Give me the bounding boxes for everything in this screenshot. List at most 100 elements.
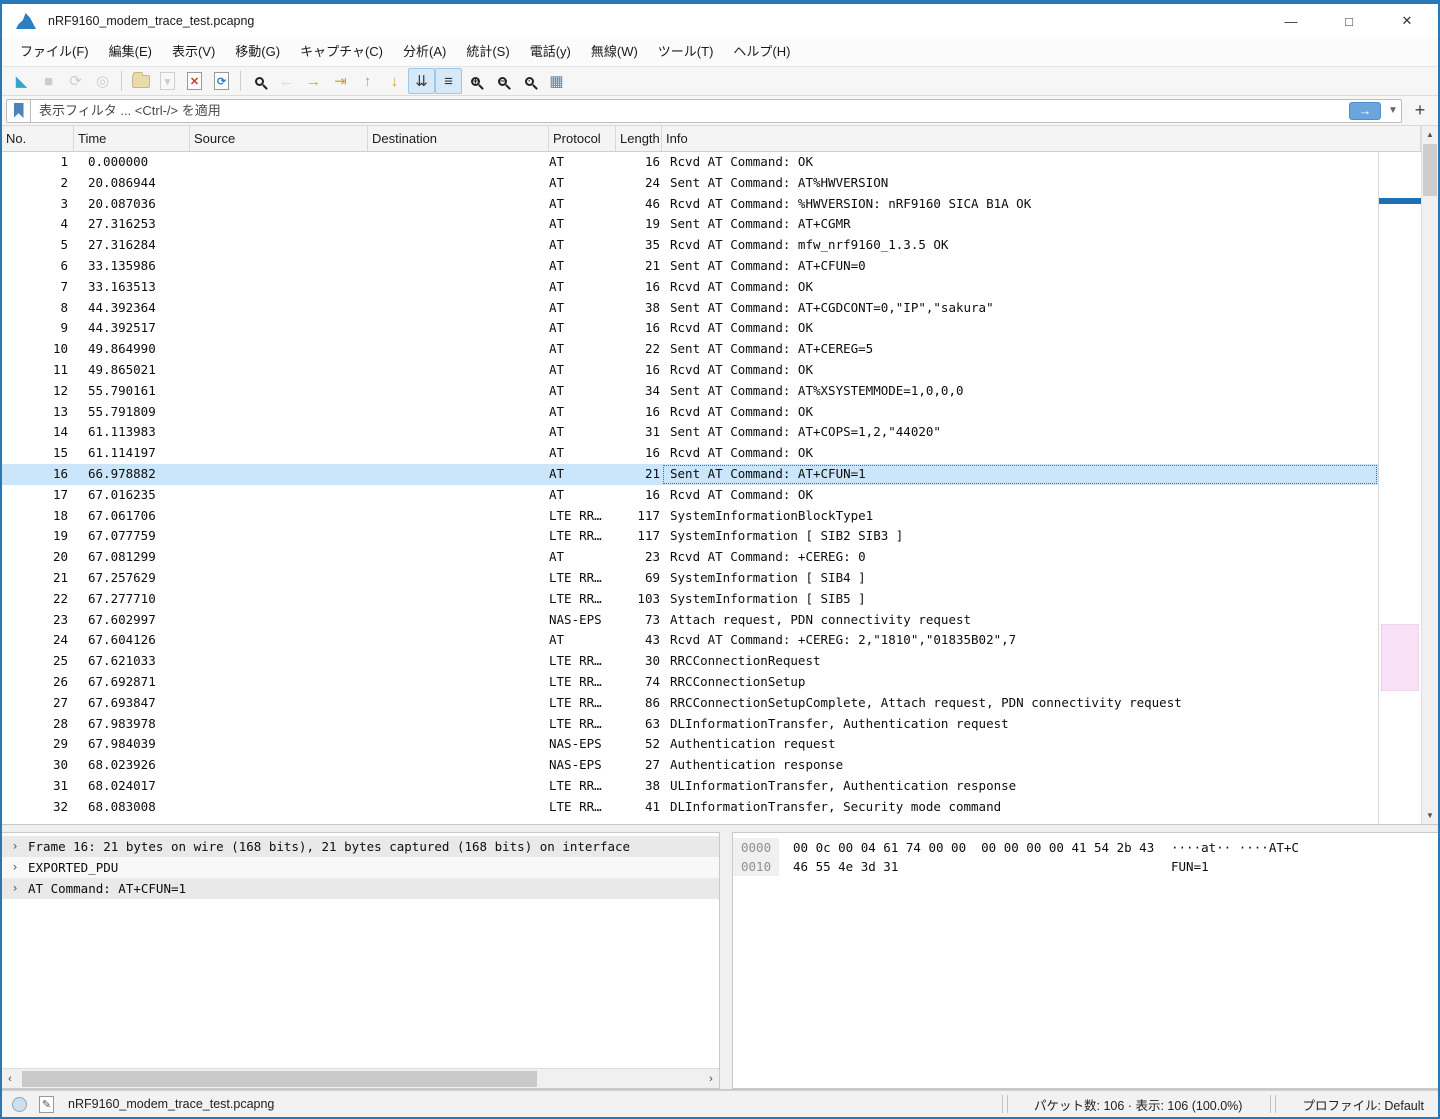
packet-row[interactable]: 1049.864990AT22Sent AT Command: AT+CEREG…	[2, 339, 1378, 360]
chevron-down-icon: ▼	[1388, 105, 1398, 116]
display-filter-input[interactable]	[31, 103, 1349, 118]
menu-analyze[interactable]: 分析(A)	[393, 38, 456, 66]
packet-row[interactable]: 944.392517AT16Rcvd AT Command: OK	[2, 318, 1378, 339]
packet-cell-info: Rcvd AT Command: OK	[662, 402, 1378, 423]
close-file-button[interactable]: ✕	[181, 68, 208, 94]
packet-row[interactable]: 3068.023926NAS-EPS27Authentication respo…	[2, 755, 1378, 776]
zoom-reset-button[interactable]: ·	[516, 68, 543, 94]
filter-bookmark-button[interactable]	[6, 99, 30, 123]
menu-file[interactable]: ファイル(F)	[10, 38, 99, 66]
packet-row[interactable]: 633.135986AT21Sent AT Command: AT+CFUN=0	[2, 256, 1378, 277]
column-header-info[interactable]: Info	[662, 126, 1421, 151]
pane-divider[interactable]	[720, 832, 732, 1089]
menu-wireless[interactable]: 無線(W)	[581, 38, 648, 66]
scroll-down-icon[interactable]: ▼	[1422, 807, 1438, 824]
start-capture-button[interactable]: ◣	[8, 68, 35, 94]
packet-row[interactable]: 2467.604126AT43Rcvd AT Command: +CEREG: …	[2, 630, 1378, 651]
detail-horizontal-scrollbar[interactable]: ‹ ›	[2, 1068, 719, 1088]
packet-row[interactable]: 320.087036AT46Rcvd AT Command: %HWVERSIO…	[2, 194, 1378, 215]
status-packet-counts: パケット数: 106 · 表示: 106 (100.0%)	[1018, 1095, 1268, 1114]
expand-arrow-icon[interactable]: ›	[2, 857, 28, 878]
filter-add-button[interactable]: +	[1408, 99, 1432, 123]
packet-row[interactable]: 527.316284AT35Rcvd AT Command: mfw_nrf91…	[2, 235, 1378, 256]
packet-row[interactable]: 2167.257629LTE RR…69SystemInformation [ …	[2, 568, 1378, 589]
zoom-out-button[interactable]: −	[489, 68, 516, 94]
packet-row[interactable]: 1255.790161AT34Sent AT Command: AT%XSYST…	[2, 381, 1378, 402]
packet-row[interactable]: 1461.113983AT31Sent AT Command: AT+COPS=…	[2, 422, 1378, 443]
expand-arrow-icon[interactable]: ›	[2, 836, 28, 857]
zoom-in-button[interactable]: +	[462, 68, 489, 94]
filter-apply-button[interactable]: →	[1349, 102, 1381, 120]
detail-tree-row[interactable]: ›EXPORTED_PDU	[2, 857, 719, 878]
column-header-source[interactable]: Source	[190, 126, 368, 151]
intelligent-scrollbar-minimap[interactable]	[1378, 152, 1421, 824]
packet-row[interactable]: 2567.621033LTE RR…30RRCConnectionRequest	[2, 651, 1378, 672]
scrollbar-thumb[interactable]	[22, 1071, 537, 1087]
colorize-button[interactable]: ≡	[435, 68, 462, 94]
expand-arrow-icon[interactable]: ›	[2, 878, 28, 899]
go-first-button[interactable]: ↑	[354, 68, 381, 94]
packet-row[interactable]: 2667.692871LTE RR…74RRCConnectionSetup	[2, 672, 1378, 693]
go-forward-button[interactable]: →	[300, 68, 327, 94]
packet-row[interactable]: 1561.114197AT16Rcvd AT Command: OK	[2, 443, 1378, 464]
packet-row[interactable]: 2067.081299AT23Rcvd AT Command: +CEREG: …	[2, 547, 1378, 568]
packet-row[interactable]: 3268.083008LTE RR…41DLInformationTransfe…	[2, 797, 1378, 818]
menu-help[interactable]: ヘルプ(H)	[723, 38, 800, 66]
scrollbar-thumb[interactable]	[1423, 144, 1437, 196]
detail-tree-row[interactable]: ›AT Command: AT+CFUN=1	[2, 878, 719, 899]
maximize-button[interactable]: □	[1320, 4, 1378, 38]
packet-row[interactable]: 220.086944AT24Sent AT Command: AT%HWVERS…	[2, 173, 1378, 194]
find-packet-button[interactable]	[246, 68, 273, 94]
auto-scroll-button[interactable]: ⇊	[408, 68, 435, 94]
packet-row[interactable]: 2967.984039NAS-EPS52Authentication reque…	[2, 734, 1378, 755]
scroll-left-icon[interactable]: ‹	[2, 1069, 18, 1089]
packet-row[interactable]: 3168.024017LTE RR…38ULInformationTransfe…	[2, 776, 1378, 797]
menu-go[interactable]: 移動(G)	[225, 38, 290, 66]
hex-line[interactable]: 001046 55 4e 3d 31FUN=1	[733, 857, 1438, 876]
menu-view[interactable]: 表示(V)	[162, 38, 225, 66]
packet-row[interactable]: 1149.865021AT16Rcvd AT Command: OK	[2, 360, 1378, 381]
column-header-destination[interactable]: Destination	[368, 126, 549, 151]
column-header-length[interactable]: Length	[616, 126, 662, 151]
column-header-protocol[interactable]: Protocol	[549, 126, 616, 151]
packet-row[interactable]: 2867.983978LTE RR…63DLInformationTransfe…	[2, 714, 1378, 735]
menu-statistics[interactable]: 統計(S)	[456, 38, 519, 66]
menu-edit[interactable]: 編集(E)	[99, 38, 162, 66]
packet-row[interactable]: 733.163513AT16Rcvd AT Command: OK	[2, 277, 1378, 298]
packet-row-selected[interactable]: 1666.978882AT21Sent AT Command: AT+CFUN=…	[2, 464, 1378, 485]
scroll-right-icon[interactable]: ›	[703, 1069, 719, 1089]
go-to-packet-button[interactable]: ⇥	[327, 68, 354, 94]
minimize-button[interactable]: —	[1262, 4, 1320, 38]
capture-comment-icon[interactable]: ✎	[39, 1096, 54, 1113]
detail-tree-row[interactable]: ›Frame 16: 21 bytes on wire (168 bits), …	[2, 836, 719, 857]
reload-file-button[interactable]: ⟳	[208, 68, 235, 94]
packet-row[interactable]: 1355.791809AT16Rcvd AT Command: OK	[2, 402, 1378, 423]
menu-telephony[interactable]: 電話(y)	[520, 38, 581, 66]
packet-row[interactable]: 1967.077759LTE RR…117SystemInformation […	[2, 526, 1378, 547]
scroll-up-icon[interactable]: ▲	[1422, 126, 1438, 143]
packet-row[interactable]: 427.316253AT19Sent AT Command: AT+CGMR	[2, 214, 1378, 235]
menu-tools[interactable]: ツール(T)	[648, 38, 724, 66]
go-last-button[interactable]: ↓	[381, 68, 408, 94]
close-button[interactable]: ✕	[1378, 4, 1436, 38]
packet-list-vertical-scrollbar[interactable]: ▲ ▼	[1421, 126, 1438, 824]
pane-splitter[interactable]	[2, 824, 1438, 832]
status-profile[interactable]: プロファイル: Default	[1286, 1095, 1438, 1114]
filter-dropdown-button[interactable]: ▼	[1385, 100, 1401, 122]
packet-row[interactable]: 1767.016235AT16Rcvd AT Command: OK	[2, 485, 1378, 506]
packet-row[interactable]: 10.000000AT16Rcvd AT Command: OK	[2, 152, 1378, 173]
packet-cell-info: DLInformationTransfer, Security mode com…	[662, 797, 1378, 818]
resize-columns-button[interactable]: ▦	[543, 68, 570, 94]
packet-row[interactable]: 844.392364AT38Sent AT Command: AT+CGDCON…	[2, 298, 1378, 319]
column-header-no[interactable]: No.	[2, 126, 74, 151]
packet-row[interactable]: 2367.602997NAS-EPS73Attach request, PDN …	[2, 610, 1378, 631]
hex-line[interactable]: 000000 0c 00 04 61 74 00 00 00 00 00 00 …	[733, 838, 1438, 857]
menu-capture[interactable]: キャプチャ(C)	[290, 38, 393, 66]
expert-info-icon[interactable]	[12, 1097, 27, 1112]
packet-row[interactable]: 2767.693847LTE RR…86RRCConnectionSetupCo…	[2, 693, 1378, 714]
packet-row[interactable]: 2267.277710LTE RR…103SystemInformation […	[2, 589, 1378, 610]
packet-row[interactable]: 1867.061706LTE RR…117SystemInformationBl…	[2, 506, 1378, 527]
open-file-button[interactable]	[127, 68, 154, 94]
column-header-time[interactable]: Time	[74, 126, 190, 151]
packet-cell-proto: AT	[549, 194, 616, 215]
